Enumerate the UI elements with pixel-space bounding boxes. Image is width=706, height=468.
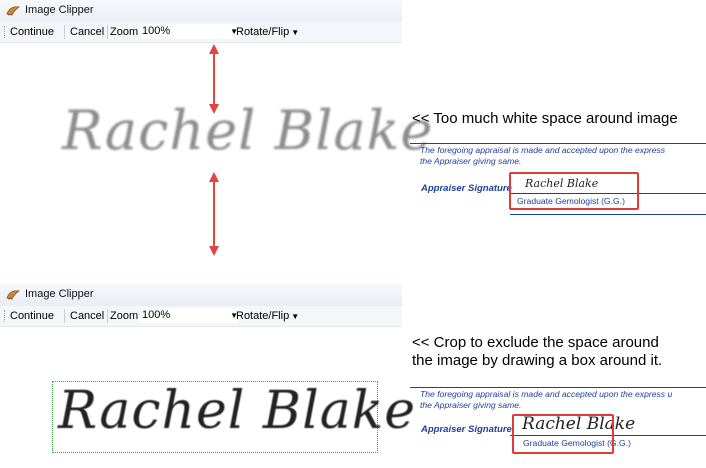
appraiser-signature-label: Appraiser Signature bbox=[421, 183, 512, 194]
divider bbox=[510, 214, 706, 215]
toolbar: Continue Cancel Zoom 100% ▼ Rotate/Flip ▼ bbox=[0, 22, 402, 43]
toolbar-separator bbox=[107, 309, 108, 323]
annotation-too-much-space: << Too much white space around image bbox=[412, 110, 678, 127]
toolbar-grip[interactable] bbox=[4, 26, 7, 38]
continue-button[interactable]: Continue bbox=[10, 309, 54, 323]
signature-image: Rachel Blake bbox=[58, 381, 417, 441]
highlight-box bbox=[509, 172, 639, 210]
image-canvas[interactable]: Rachel Blake bbox=[0, 327, 415, 468]
toolbar-separator bbox=[64, 25, 65, 39]
image-clipper-icon bbox=[6, 290, 20, 300]
chevron-down-icon: ▼ bbox=[291, 312, 300, 321]
rotate-flip-menu[interactable]: Rotate/Flip ▼ bbox=[236, 309, 299, 323]
chevron-down-icon: ▼ bbox=[291, 28, 300, 37]
zoom-label: Zoom bbox=[110, 310, 139, 322]
toolbar-grip[interactable] bbox=[4, 310, 7, 322]
image-clipper-icon bbox=[6, 6, 20, 16]
window-title: Image Clipper bbox=[25, 288, 94, 300]
toolbar-separator bbox=[107, 25, 108, 39]
arrow-icon bbox=[209, 44, 219, 114]
report-paragraph-line: the Appraiser giving same. bbox=[420, 400, 522, 410]
window-title: Image Clipper bbox=[25, 4, 94, 16]
annotation-crop-instructions: << Crop to exclude the space around the … bbox=[412, 334, 662, 370]
divider bbox=[410, 387, 706, 388]
cancel-button[interactable]: Cancel bbox=[70, 309, 104, 323]
report-preview-after: The foregoing appraisal is made and acce… bbox=[410, 384, 706, 464]
appraiser-signature-label: Appraiser Signature bbox=[421, 424, 512, 435]
cancel-button[interactable]: Cancel bbox=[70, 25, 104, 39]
zoom-select[interactable]: 100% ▼ bbox=[140, 308, 238, 323]
report-paragraph-line: The foregoing appraisal is made and acce… bbox=[420, 145, 666, 155]
image-clipper-window-before: Image Clipper Continue Cancel Zoom 100% … bbox=[0, 0, 432, 262]
image-canvas[interactable]: Rachel Blake bbox=[0, 43, 432, 262]
toolbar: Continue Cancel Zoom 100% ▼ Rotate/Flip ▼ bbox=[0, 306, 402, 327]
highlight-box bbox=[512, 414, 614, 454]
annotation-line: << Crop to exclude the space around bbox=[412, 334, 659, 351]
report-paragraph-line: the Appraiser giving same. bbox=[420, 156, 522, 166]
title-bar: Image Clipper bbox=[0, 0, 402, 23]
continue-button[interactable]: Continue bbox=[10, 25, 54, 39]
rotate-flip-label: Rotate/Flip bbox=[236, 26, 290, 38]
zoom-value: 100% bbox=[142, 25, 171, 37]
report-preview-before: The foregoing appraisal is made and acce… bbox=[410, 140, 706, 220]
zoom-select[interactable]: 100% ▼ bbox=[140, 24, 238, 39]
rotate-flip-menu[interactable]: Rotate/Flip ▼ bbox=[236, 25, 299, 39]
signature-image: Rachel Blake bbox=[62, 99, 434, 162]
arrow-icon bbox=[209, 172, 219, 256]
toolbar-separator bbox=[64, 309, 65, 323]
divider bbox=[410, 143, 706, 144]
rotate-flip-label: Rotate/Flip bbox=[236, 310, 290, 322]
zoom-value: 100% bbox=[142, 309, 171, 321]
zoom-label: Zoom bbox=[110, 26, 139, 38]
report-paragraph-line: The foregoing appraisal is made and acce… bbox=[420, 389, 673, 399]
title-bar: Image Clipper bbox=[0, 284, 402, 307]
image-clipper-window-after: Image Clipper Continue Cancel Zoom 100% … bbox=[0, 284, 415, 468]
annotation-line: the image by drawing a box around it. bbox=[412, 352, 663, 369]
